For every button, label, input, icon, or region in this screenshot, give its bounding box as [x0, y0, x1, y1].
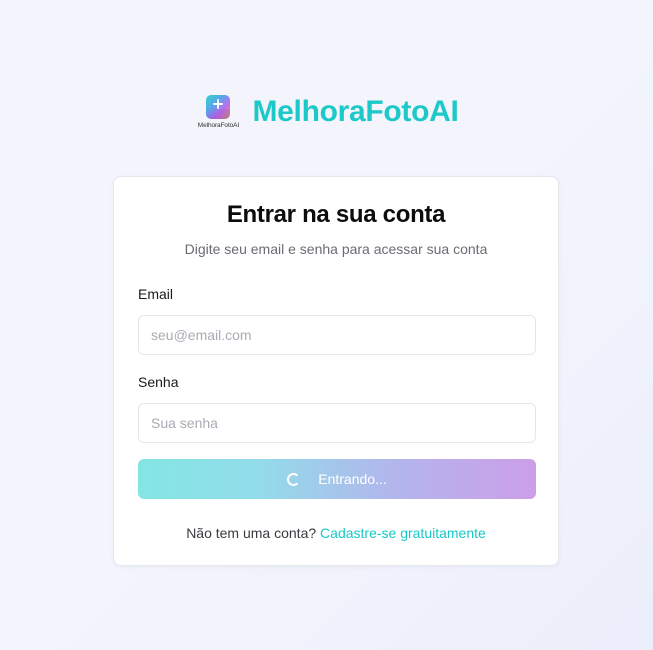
logo-caption: MelhoraFotoAI	[197, 122, 240, 129]
signup-prompt-text: Não tem uma conta?	[186, 525, 317, 541]
login-button-label: Entrando...	[318, 471, 387, 487]
app-logo: MelhoraFotoAI	[193, 92, 243, 132]
email-field[interactable]	[138, 315, 536, 355]
brand-header: MelhoraFotoAI MelhoraFotoAI	[0, 92, 653, 132]
login-card: Entrar na sua conta Digite seu email e s…	[113, 176, 559, 566]
card-title: Entrar na sua conta	[226, 201, 446, 228]
brand-name: MelhoraFotoAI	[252, 95, 459, 128]
spinner-icon	[287, 472, 301, 486]
email-label: Email	[138, 286, 174, 302]
login-button[interactable]: Entrando...	[138, 459, 536, 499]
password-field[interactable]	[138, 403, 536, 443]
signup-prompt: Não tem uma conta? Cadastre-se gratuitam…	[114, 525, 558, 541]
sparkle-photo-icon	[206, 95, 231, 119]
signup-link[interactable]: Cadastre-se gratuitamente	[320, 525, 486, 541]
password-label: Senha	[138, 374, 179, 390]
card-subtitle: Digite seu email e senha para acessar su…	[184, 241, 488, 257]
